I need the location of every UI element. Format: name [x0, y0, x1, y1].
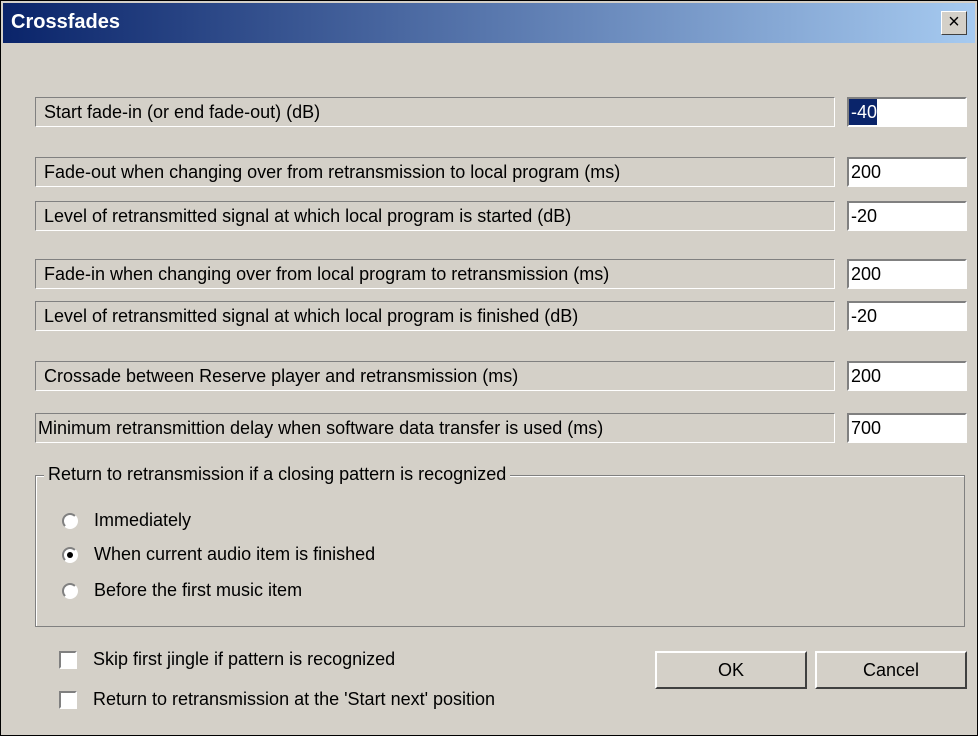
- level-started-field[interactable]: [847, 201, 967, 231]
- cancel-button[interactable]: Cancel: [815, 651, 967, 689]
- radio-before-first-music-label: Before the first music item: [94, 580, 303, 600]
- return-groupbox: Return to retransmission if a closing pa…: [35, 464, 965, 627]
- checkbox-icon[interactable]: [59, 650, 77, 669]
- skip-first-jingle-checkbox[interactable]: Skip first jingle if pattern is recogniz…: [59, 649, 395, 670]
- level-started-label: Level of retransmitted signal at which l…: [35, 201, 835, 231]
- radio-when-current-finished[interactable]: When current audio item is finished: [62, 544, 375, 565]
- ok-button[interactable]: OK: [655, 651, 807, 689]
- level-finished-field[interactable]: [847, 301, 967, 331]
- fade-in-label: Fade-in when changing over from local pr…: [35, 259, 835, 289]
- fade-in-field[interactable]: [847, 259, 967, 289]
- fade-out-field[interactable]: [847, 157, 967, 187]
- crossfades-dialog: Crossfades × Start fade-in (or end fade-…: [0, 0, 978, 736]
- close-button[interactable]: ×: [941, 11, 967, 35]
- return-start-next-label: Return to retransmission at the 'Start n…: [93, 689, 496, 709]
- close-icon: ×: [948, 11, 960, 33]
- crossfade-reserve-label: Crossade between Reserve player and retr…: [35, 361, 835, 391]
- radio-immediately-label: Immediately: [94, 510, 192, 530]
- radio-before-first-music[interactable]: Before the first music item: [62, 580, 302, 601]
- skip-first-jingle-label: Skip first jingle if pattern is recogniz…: [93, 649, 396, 669]
- start-fade-in-field[interactable]: [847, 97, 967, 127]
- level-finished-label: Level of retransmitted signal at which l…: [35, 301, 835, 331]
- return-start-next-checkbox[interactable]: Return to retransmission at the 'Start n…: [59, 689, 495, 710]
- radio-immediately[interactable]: Immediately: [62, 510, 191, 531]
- radio-button-checked-icon[interactable]: [62, 546, 78, 563]
- return-group-title: Return to retransmission if a closing pa…: [44, 464, 511, 485]
- min-delay-label: Minimum retransmittion delay when softwa…: [35, 413, 835, 443]
- radio-when-current-finished-label: When current audio item is finished: [94, 544, 376, 564]
- title-bar[interactable]: Crossfades ×: [3, 3, 975, 43]
- crossfade-reserve-field[interactable]: [847, 361, 967, 391]
- radio-button-icon[interactable]: [62, 512, 78, 529]
- fade-out-label: Fade-out when changing over from retrans…: [35, 157, 835, 187]
- min-delay-field[interactable]: [847, 413, 967, 443]
- checkbox-icon[interactable]: [59, 690, 77, 709]
- window-title: Crossfades: [11, 11, 120, 33]
- radio-button-icon[interactable]: [62, 582, 78, 599]
- start-fade-in-label: Start fade-in (or end fade-out) (dB): [35, 97, 835, 127]
